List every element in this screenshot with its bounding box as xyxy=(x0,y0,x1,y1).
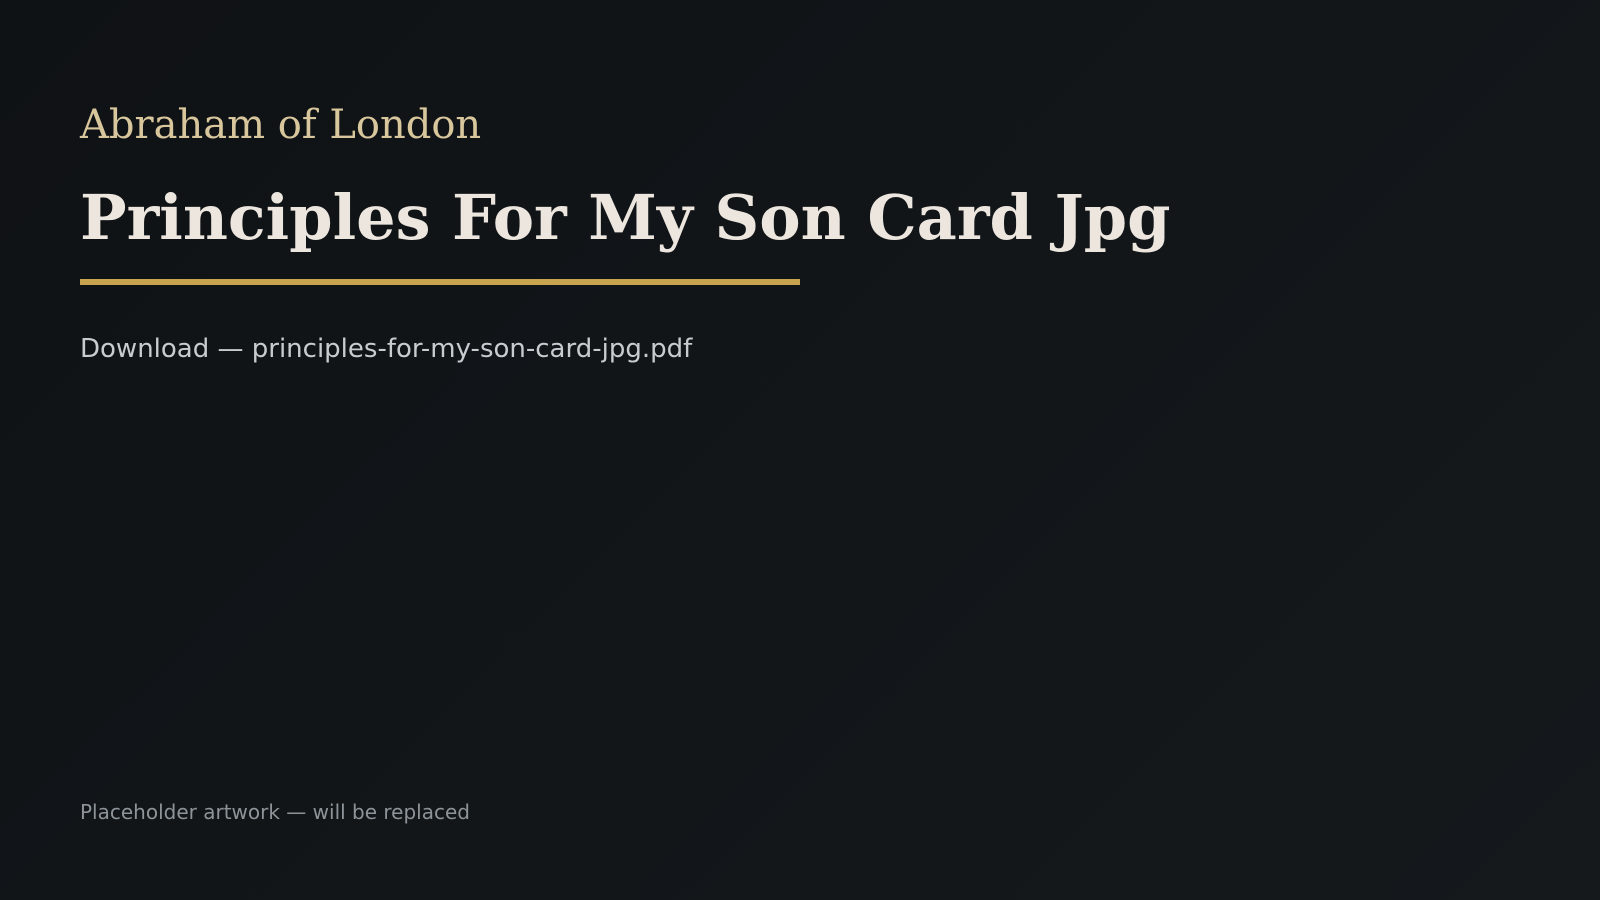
placeholder-card: Abraham of London Principles For My Son … xyxy=(0,0,1600,900)
brand-name: Abraham of London xyxy=(80,102,482,148)
placeholder-note: Placeholder artwork — will be replaced xyxy=(80,800,470,824)
accent-divider xyxy=(80,279,800,285)
page-title: Principles For My Son Card Jpg xyxy=(80,181,1171,254)
download-filename: Download — principles-for-my-son-card-jp… xyxy=(80,334,693,364)
